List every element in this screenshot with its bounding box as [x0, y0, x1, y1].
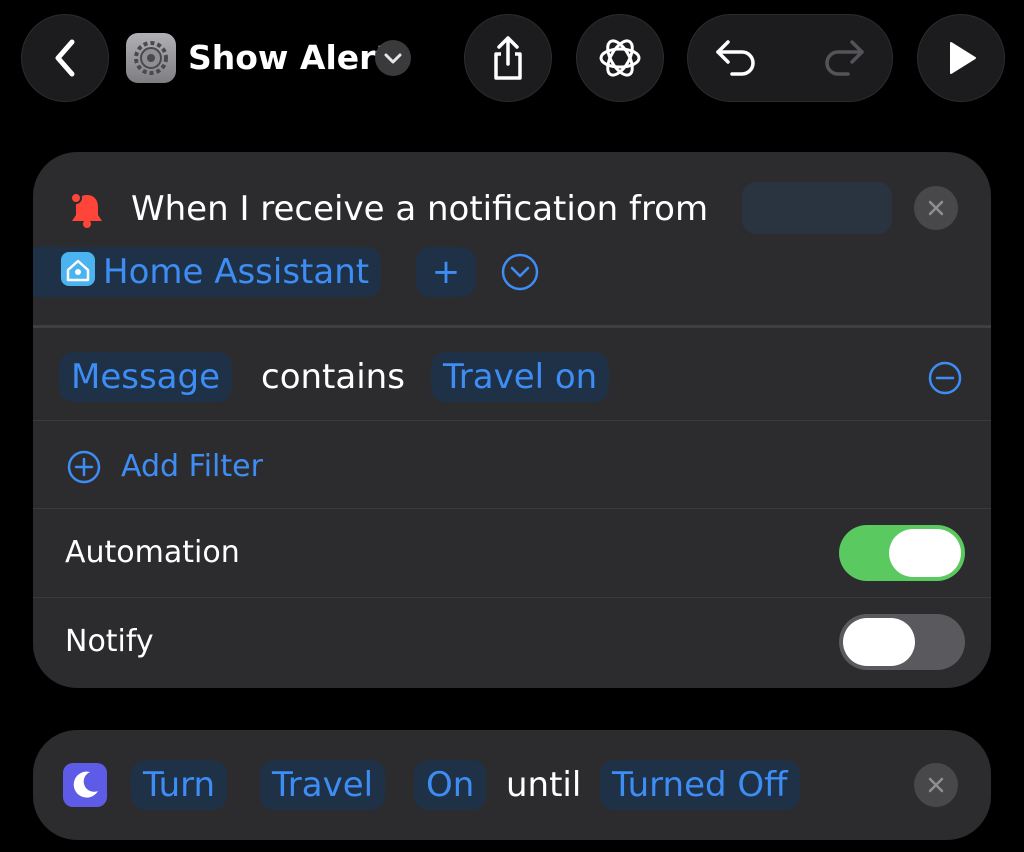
plus-icon: +: [431, 252, 461, 292]
focus-state-token[interactable]: On: [414, 760, 487, 810]
chevron-down-icon: [375, 40, 411, 76]
gear-icon: [126, 33, 176, 83]
undo-icon: [716, 40, 755, 76]
redo-button[interactable]: [814, 33, 874, 83]
trigger-text: When I receive a notification from: [131, 189, 709, 229]
plus-circle-icon: [67, 450, 101, 484]
expand-options-button[interactable]: [500, 252, 540, 292]
minus-circle-icon: [928, 361, 962, 395]
filter-field-token[interactable]: Message: [59, 352, 233, 402]
undo-redo-group: [687, 14, 893, 102]
bell-badge-icon: [67, 190, 107, 230]
duration-token[interactable]: Turned Off: [600, 760, 800, 810]
automation-label: Automation: [65, 535, 240, 570]
page-title: Show Alert: [188, 38, 392, 77]
toggle-knob: [889, 529, 961, 577]
redo-icon: [825, 40, 864, 76]
moon-icon: [63, 763, 107, 807]
focus-action-card: Turn Travel On until Turned Off: [33, 730, 991, 840]
automation-trigger-card: When I receive a notification from Home …: [33, 152, 991, 688]
filter-operator[interactable]: contains: [261, 352, 405, 402]
trigger-parameter-placeholder[interactable]: [742, 182, 892, 234]
notify-toggle[interactable]: [839, 614, 965, 670]
chevron-left-icon: [55, 39, 75, 77]
home-assistant-icon: [61, 252, 95, 286]
remove-trigger-button[interactable]: [914, 186, 958, 230]
remove-filter-button[interactable]: [927, 360, 963, 396]
add-filter-label: Add Filter: [121, 449, 263, 484]
row-divider: [33, 508, 991, 509]
close-icon: [928, 777, 944, 793]
focus-mode-token[interactable]: Travel: [260, 760, 386, 810]
row-divider: [33, 597, 991, 598]
share-button[interactable]: [464, 14, 552, 102]
close-icon: [928, 200, 944, 216]
chevron-down-circle-icon: [501, 253, 539, 291]
row-divider: [33, 420, 991, 421]
automation-toggle[interactable]: [839, 525, 965, 581]
app-name: Home Assistant: [103, 252, 370, 292]
filter-value-token[interactable]: Travel on: [431, 352, 610, 402]
intelligence-button[interactable]: [576, 14, 664, 102]
section-separator: [33, 325, 991, 328]
add-filter-button[interactable]: Add Filter: [66, 442, 326, 492]
toggle-knob: [843, 618, 915, 666]
undo-button[interactable]: [706, 33, 766, 83]
share-icon: [494, 36, 522, 80]
action-verb-token[interactable]: Turn: [131, 760, 228, 810]
notify-label: Notify: [65, 624, 154, 659]
back-button[interactable]: [21, 14, 109, 102]
run-button[interactable]: [917, 14, 1005, 102]
add-app-button[interactable]: +: [416, 247, 476, 297]
play-icon: [950, 42, 976, 74]
apple-intelligence-icon: [599, 39, 641, 77]
shortcut-title-menu[interactable]: Show Alert: [126, 30, 416, 86]
remove-action-button[interactable]: [914, 763, 958, 807]
action-connector: until: [506, 765, 582, 805]
app-token-home-assistant[interactable]: Home Assistant: [33, 247, 382, 297]
